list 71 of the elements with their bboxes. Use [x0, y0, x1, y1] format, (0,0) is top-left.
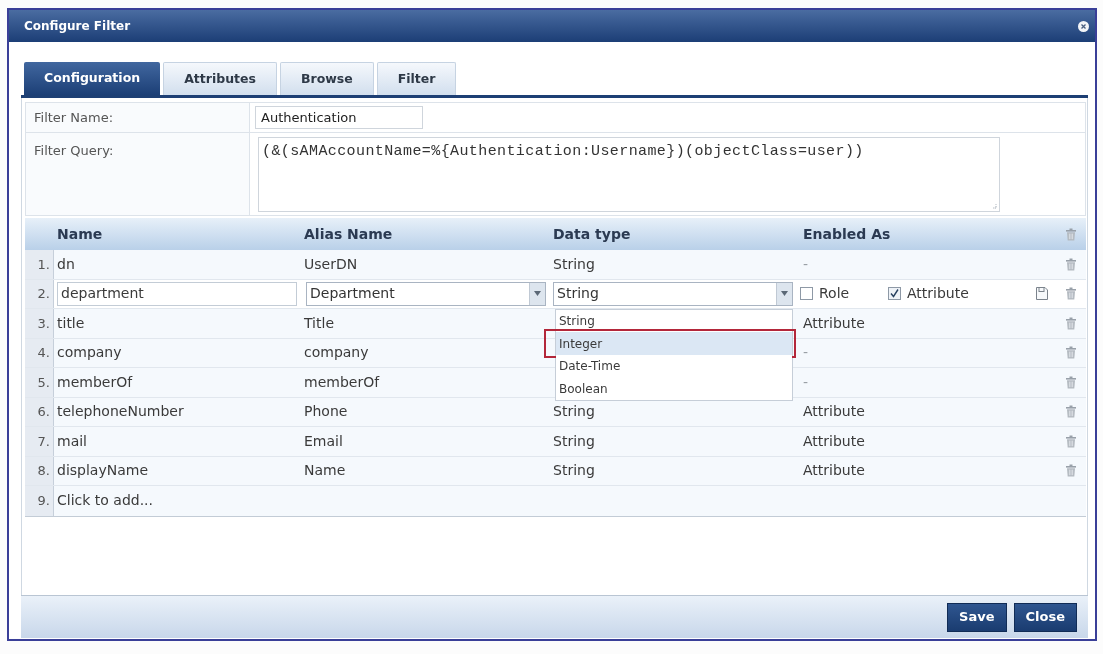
- table-cell-text: UserDN: [304, 254, 358, 274]
- table-cell-text: company: [57, 343, 122, 363]
- table-cell-text: dn: [57, 254, 75, 274]
- name-input[interactable]: department: [57, 281, 297, 306]
- caret-icon: [534, 291, 541, 297]
- trash-icon[interactable]: [1066, 346, 1076, 360]
- row-number: 4.: [37, 344, 50, 362]
- table-cell-text: String: [553, 431, 595, 451]
- trash-icon[interactable]: [1066, 316, 1076, 330]
- trash-icon[interactable]: [1066, 375, 1076, 389]
- row-number: 2.: [37, 285, 50, 303]
- name-field[interactable]: Authentication: [255, 106, 423, 129]
- table-cell-text: Email: [304, 431, 343, 451]
- column-header: Name: [57, 224, 103, 244]
- table-cell-text: displayName: [57, 461, 148, 481]
- tab[interactable]: Browse: [279, 62, 374, 95]
- table-cell-text: -: [803, 372, 809, 392]
- row-number: 3.: [37, 314, 50, 333]
- tab[interactable]: Filter: [376, 62, 457, 95]
- field-label: Filter Name:: [34, 108, 114, 127]
- row-number: 9.: [37, 492, 50, 510]
- column-header: Data type: [553, 224, 631, 244]
- checkbox-label: Role: [819, 284, 850, 304]
- column-header: Enabled As: [803, 224, 891, 244]
- resize-grip-icon[interactable]: [991, 203, 997, 209]
- trash-icon[interactable]: [1066, 287, 1076, 301]
- table-cell-text: String: [553, 402, 595, 422]
- type-select[interactable]: String: [553, 281, 793, 306]
- window-title: Configure Filter: [24, 18, 131, 35]
- table-cell-text: telephoneNumber: [57, 402, 184, 422]
- close-button[interactable]: Close: [1013, 602, 1077, 632]
- checkbox[interactable]: [800, 287, 813, 301]
- table-cell-text: Title: [304, 313, 334, 333]
- table-cell-text: -: [803, 254, 809, 274]
- caret-icon: [781, 291, 788, 297]
- table-cell-text: Attribute: [803, 402, 865, 422]
- column-header: Alias Name: [304, 224, 393, 244]
- row-number: 7.: [37, 432, 50, 451]
- row-number: 6.: [37, 403, 50, 421]
- table-cell-text: Phone: [304, 402, 348, 422]
- table-cell-text: -: [803, 343, 809, 363]
- table-cell-text: title: [57, 313, 85, 333]
- table-cell-text: mail: [57, 431, 87, 451]
- table-cell-text: Name: [304, 461, 346, 481]
- dropdown-option[interactable]: Integer: [556, 332, 792, 355]
- table-cell-text: Attribute: [803, 461, 865, 481]
- table-cell-text: memberOf: [57, 372, 133, 392]
- trash-icon[interactable]: [1066, 405, 1076, 419]
- trash-icon[interactable]: [1066, 464, 1076, 478]
- table-cell-text: String: [553, 254, 595, 274]
- row-number: 8.: [37, 462, 50, 480]
- tab[interactable]: Attributes: [163, 62, 277, 95]
- row-number: 5.: [37, 373, 50, 392]
- trash-icon[interactable]: [1066, 257, 1076, 271]
- table-cell-text: String: [553, 461, 595, 481]
- trash-icon[interactable]: [1066, 227, 1076, 241]
- alias-select[interactable]: Department: [306, 281, 546, 306]
- field-label: Filter Query:: [34, 143, 114, 158]
- save-button[interactable]: Save: [947, 602, 1007, 632]
- table-cell-text: memberOf: [304, 372, 380, 392]
- add-row-link[interactable]: Click to add...: [57, 490, 154, 512]
- checkbox[interactable]: [888, 287, 901, 301]
- query-field[interactable]: (&(sAMAccountName=%{Authentication:Username})(objectClass=user)): [258, 137, 1000, 212]
- table-cell-text: company: [304, 343, 369, 363]
- table-cell-text: Attribute: [803, 431, 865, 451]
- checkbox-label: Attribute: [907, 284, 969, 304]
- close-icon[interactable]: [1078, 20, 1089, 32]
- tab[interactable]: Configuration: [24, 62, 161, 95]
- trash-icon[interactable]: [1066, 434, 1076, 448]
- row-number: 1.: [37, 255, 50, 274]
- table-cell-text: Attribute: [803, 313, 865, 333]
